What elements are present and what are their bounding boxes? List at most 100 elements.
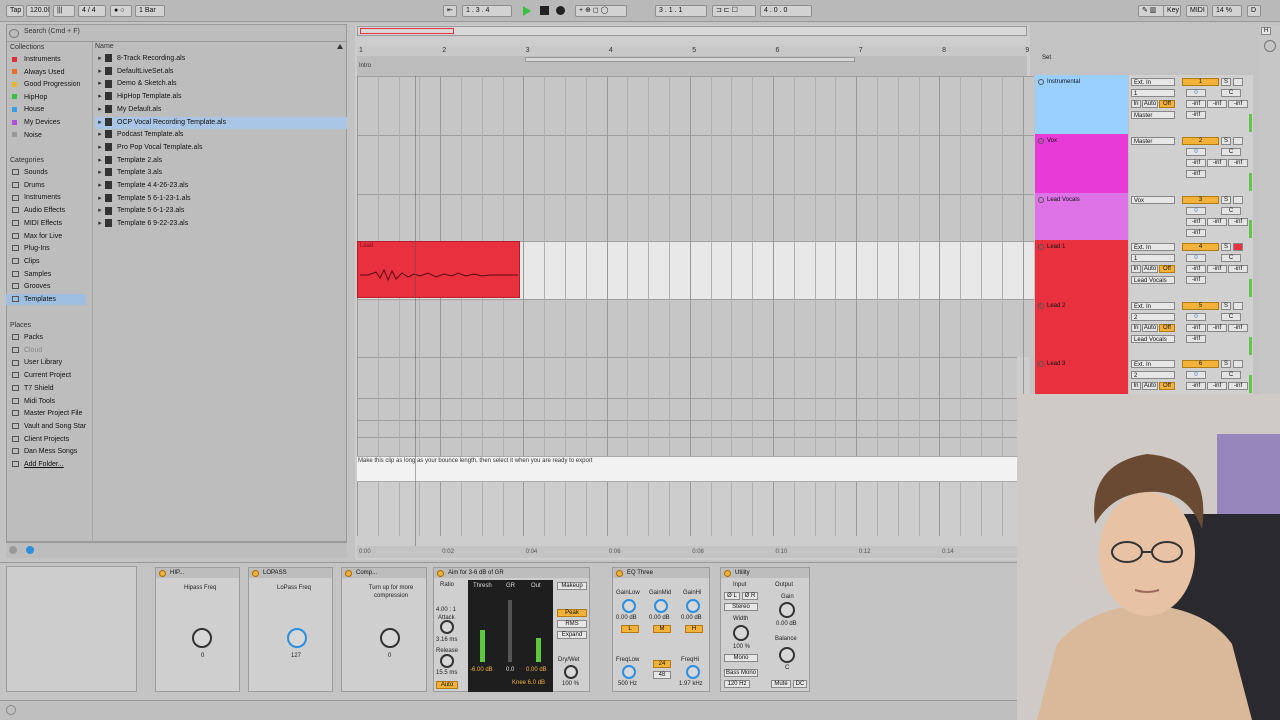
bar-number[interactable]: 2 [442, 47, 446, 54]
send-c-field[interactable]: -inf [1228, 265, 1248, 273]
place-item[interactable]: Current Project [12, 370, 71, 381]
solo-button[interactable]: S [1221, 243, 1231, 251]
solo-button[interactable]: S [1221, 137, 1231, 145]
ratio-value[interactable]: 4.00 : 1 [436, 607, 456, 613]
category-item[interactable]: Plug-Ins [12, 243, 50, 254]
drywet-knob[interactable] [564, 665, 578, 679]
volume-field[interactable]: 0 [1186, 148, 1206, 156]
file-item[interactable]: ▸ Pro Pop Vocal Template.als [95, 142, 347, 154]
file-item[interactable]: ▸ Demo & Sketch.als [95, 78, 347, 90]
play-button[interactable] [523, 6, 531, 16]
send-c-field[interactable]: -inf [1228, 218, 1248, 226]
place-item[interactable]: Packs [12, 332, 43, 343]
file-item[interactable]: ▸ DefaultLiveSet.als [95, 66, 347, 78]
collection-item[interactable]: Always Used [12, 67, 64, 78]
stop-button[interactable] [540, 6, 549, 15]
category-item[interactable]: Templates [6, 294, 86, 305]
tap-button[interactable]: Tap [6, 5, 24, 17]
gainmid-knob[interactable] [654, 599, 668, 613]
track-fold-icon[interactable] [1038, 138, 1044, 144]
track-name[interactable]: Lead 2 [1047, 303, 1065, 309]
track-lane[interactable] [357, 194, 1034, 241]
bar-number[interactable]: 6 [776, 47, 780, 54]
mute-button[interactable]: Mute [771, 680, 791, 688]
time-signature-field[interactable]: 4 / 4 [78, 5, 106, 17]
expand-arrow-icon[interactable]: ▸ [95, 129, 105, 141]
phase-right-button[interactable]: Ø R [742, 592, 758, 600]
track-lane[interactable] [357, 299, 1034, 357]
place-item[interactable]: Midi Tools [12, 396, 55, 407]
send-b-field[interactable]: -inf [1207, 265, 1227, 273]
bar-number[interactable]: 1 [359, 47, 363, 54]
track-fold-icon[interactable] [1038, 303, 1044, 309]
track-header[interactable]: Lead Vocals [1035, 193, 1128, 240]
monitor-off-button[interactable]: Off [1159, 100, 1175, 108]
output-select[interactable]: Lead Vocals [1131, 276, 1175, 284]
collapse-icon[interactable]: H [1261, 27, 1271, 35]
loop-length-field[interactable]: 4 . 0 . 0 [760, 5, 812, 17]
slope-48-button[interactable]: 48 [653, 671, 671, 679]
collection-item[interactable]: House [12, 104, 44, 115]
pan-field[interactable]: C [1221, 313, 1241, 321]
input-channel-select[interactable]: 2 [1131, 313, 1175, 321]
expand-arrow-icon[interactable]: ▸ [95, 117, 105, 129]
category-item[interactable]: Drums [12, 180, 45, 191]
hi-on-button[interactable]: H [685, 625, 703, 633]
send-a-field[interactable]: -inf [1186, 218, 1206, 226]
file-item[interactable]: ▸ Template 5 6-1-23.als [95, 205, 347, 217]
arm-button[interactable] [1233, 302, 1243, 310]
loop-start-field[interactable]: 3 . 1 . 1 [655, 5, 707, 17]
track-name[interactable]: Lead 3 [1047, 361, 1065, 367]
track-activator[interactable]: 4 [1182, 243, 1219, 251]
expand-arrow-icon[interactable]: ▸ [95, 66, 105, 78]
place-item[interactable]: Dan Mess Songs [12, 446, 77, 457]
bass-mono-button[interactable]: Bass Mono [724, 669, 758, 677]
expand-arrow-icon[interactable]: ▸ [95, 193, 105, 205]
channel-mode-select[interactable]: Stereo [724, 603, 758, 611]
peak-level-field[interactable]: -inf [1186, 229, 1206, 237]
preview-icon[interactable] [9, 546, 17, 554]
balance-knob[interactable] [779, 647, 795, 663]
info-view-icon[interactable] [6, 705, 16, 715]
arm-button[interactable] [1233, 360, 1243, 368]
expand-arrow-icon[interactable]: ▸ [95, 53, 105, 65]
overview-visible-region[interactable] [360, 28, 454, 34]
track-name[interactable]: Vox [1047, 138, 1057, 144]
collection-item[interactable]: My Devices [12, 117, 60, 128]
place-item[interactable]: T7 Shield [12, 383, 54, 394]
expand-arrow-icon[interactable]: ▸ [95, 180, 105, 192]
peak-button[interactable]: Peak [557, 609, 587, 617]
track-fold-icon[interactable] [1038, 79, 1044, 85]
out-meter[interactable] [536, 638, 541, 662]
output-select[interactable]: Master [1131, 111, 1175, 119]
freqhi-knob[interactable] [686, 665, 700, 679]
bar-number[interactable]: 9 [1025, 47, 1029, 54]
input-channel-select[interactable]: 1 [1131, 89, 1175, 97]
place-item[interactable]: Master Project File [12, 408, 82, 419]
device-power-icon[interactable] [252, 570, 259, 577]
expand-arrow-icon[interactable]: ▸ [95, 104, 105, 116]
peak-level-field[interactable]: -inf [1186, 276, 1206, 284]
file-item[interactable]: ▸ Template 6 9-22-23.als [95, 218, 347, 230]
track-lane[interactable] [357, 76, 1034, 135]
place-item[interactable]: User Library [12, 357, 62, 368]
solo-button[interactable]: S [1221, 360, 1231, 368]
bar-number[interactable]: 5 [692, 47, 696, 54]
place-item[interactable]: Add Folder... [12, 459, 64, 470]
monitor-in-button[interactable]: In [1131, 100, 1141, 108]
track-name[interactable]: Lead Vocals [1047, 197, 1080, 203]
low-on-button[interactable]: L [621, 625, 639, 633]
search-input[interactable]: Search (Cmd + F) [24, 28, 344, 38]
overview-bar[interactable] [357, 26, 1027, 36]
input-type-select[interactable]: Ext. In [1131, 360, 1175, 368]
locator-row[interactable]: Intro [357, 56, 1027, 76]
file-item[interactable]: ▸ HipHop Template.als [95, 91, 347, 103]
comp-knob[interactable] [380, 628, 400, 648]
arm-button[interactable] [1233, 137, 1243, 145]
expand-arrow-icon[interactable]: ▸ [95, 78, 105, 90]
arm-button[interactable] [1233, 196, 1243, 204]
input-channel-select[interactable]: 2 [1131, 371, 1175, 379]
send-a-field[interactable]: -inf [1186, 265, 1206, 273]
place-item[interactable]: Cloud [12, 345, 42, 356]
monitor-in-button[interactable]: In [1131, 324, 1141, 332]
